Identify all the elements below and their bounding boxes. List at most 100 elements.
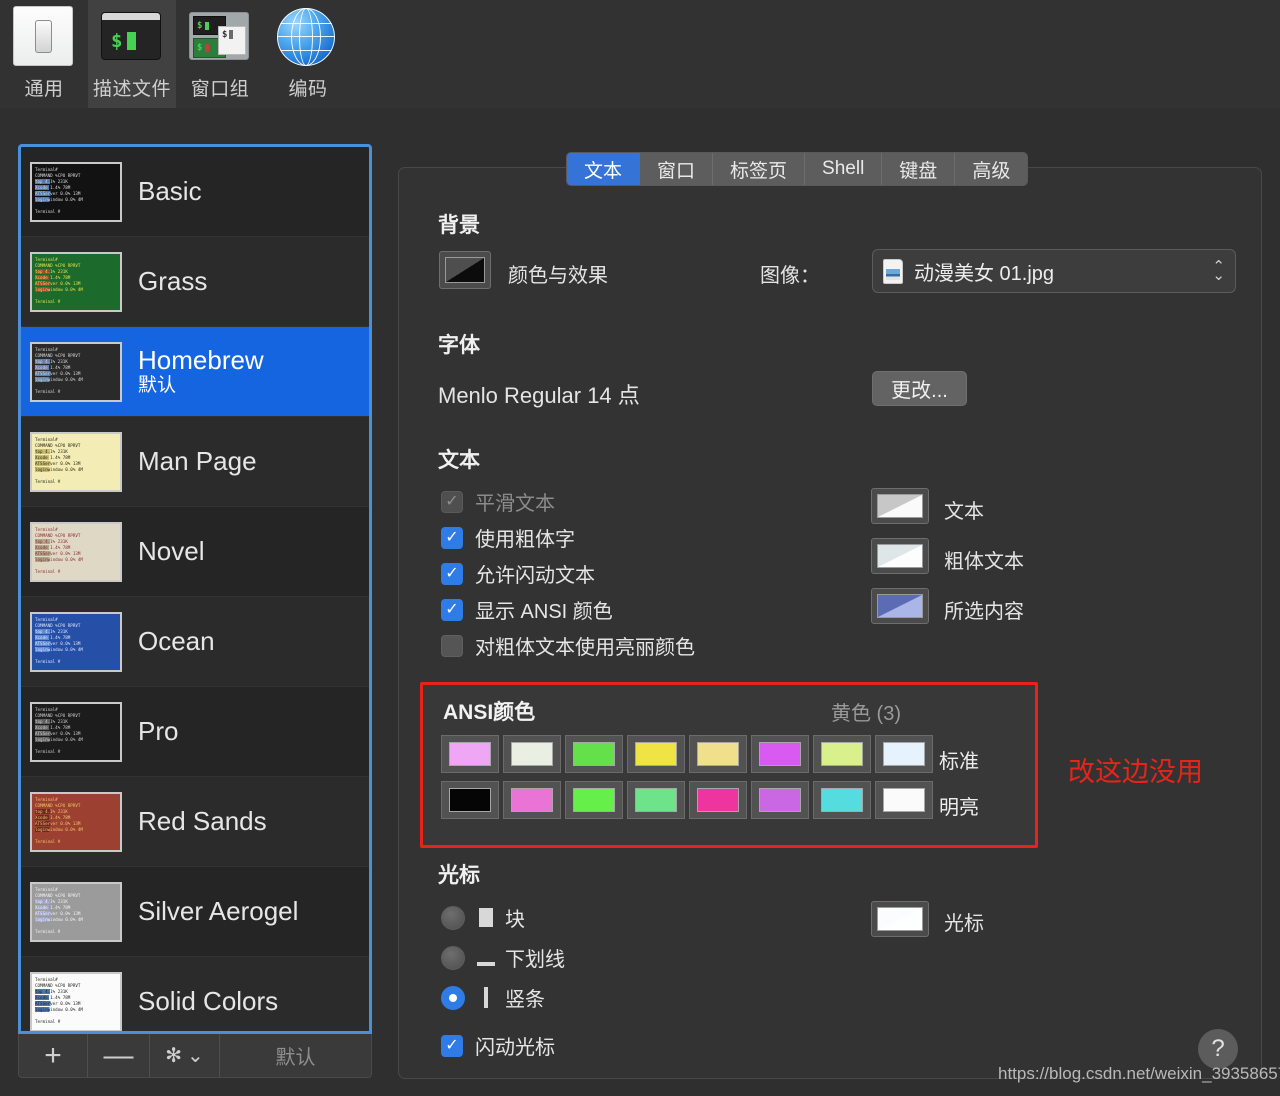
bold-text-color-swatch-label: 粗体文本 (944, 551, 1024, 573)
watermark-text: https://blog.csdn.net/weixin_39358657 (998, 1064, 1280, 1083)
profile-list[interactable]: Terminal# COMMAND %CPU RPRVT top 4.1% 231K… (18, 144, 372, 1034)
ansi-normal-swatch-4[interactable] (689, 735, 747, 773)
ansi-normal-swatch-7[interactable] (875, 735, 933, 773)
image-file-icon (883, 258, 903, 284)
bold-text-color-swatch[interactable] (871, 538, 929, 574)
toolbar-item-general[interactable]: 通用 (0, 0, 88, 108)
toolbar-item-profiles[interactable]: $ 描述文件 (88, 0, 176, 108)
profile-row[interactable]: Terminal# COMMAND %CPU RPRVT top 4.1% 231K… (21, 687, 369, 777)
toolbar-item-window-groups-label: 窗口组 (190, 79, 250, 100)
add-profile-button[interactable]: + (19, 1034, 88, 1077)
font-value-label: Menlo Regular 14 点 (438, 383, 640, 408)
selection-color-swatch[interactable] (871, 588, 929, 624)
profile-name: Basic (138, 175, 202, 206)
profile-name: Homebrew (138, 344, 264, 375)
checkbox[interactable]: ✓ (441, 562, 463, 585)
radio-button[interactable] (441, 985, 465, 1010)
text-option-row-1[interactable]: ✓ 使用粗体字 (441, 523, 575, 552)
profile-thumbnail: Terminal# COMMAND %CPU RPRVT top 4.1% 231K… (30, 971, 122, 1031)
text-color-swatch[interactable] (871, 488, 929, 524)
settings-tab-bar: 文本 窗口 标签页 Shell 键盘 高级 (566, 152, 1029, 186)
ansi-bright-swatch-5[interactable] (751, 781, 809, 819)
checkbox[interactable]: ✓ (441, 526, 463, 549)
toolbar-item-window-groups[interactable]: $ $ $ 窗口组 (176, 0, 264, 108)
toolbar-item-profiles-label: 描述文件 (92, 79, 171, 100)
profile-thumbnail: Terminal# COMMAND %CPU RPRVT top 4.1% 231K… (30, 611, 122, 672)
radio-button[interactable] (441, 905, 465, 930)
cursor-color-swatch[interactable] (871, 901, 929, 937)
tab-5[interactable]: 高级 (955, 153, 1028, 185)
help-button[interactable]: ? (1198, 1029, 1238, 1069)
profile-row[interactable]: Terminal# COMMAND %CPU RPRVT top 4.1% 231K… (21, 237, 369, 327)
profile-thumbnail: Terminal# COMMAND %CPU RPRVT top 4.1% 231K… (30, 431, 122, 492)
profile-actions-menu-button[interactable]: ✻ ⌄ (150, 1034, 220, 1077)
change-font-button[interactable]: 更改... (872, 371, 967, 406)
stepper-icon: ⌃ ⌄ (1212, 259, 1225, 283)
ansi-normal-swatch-3[interactable] (627, 735, 685, 773)
cursor-swatch-label: 光标 (944, 913, 984, 935)
background-image-value: 动漫美女 01.jpg (914, 262, 1055, 285)
profile-row[interactable]: Terminal# COMMAND %CPU RPRVT top 4.1% 231K… (21, 957, 369, 1031)
ansi-normal-row (441, 735, 933, 773)
toggle-switch-icon (13, 6, 75, 68)
ansi-bright-swatch-1[interactable] (503, 781, 561, 819)
blink-cursor-checkbox[interactable]: ✓ (441, 1034, 463, 1057)
profile-row[interactable]: Terminal# COMMAND %CPU RPRVT top 4.1% 231K… (21, 777, 369, 867)
radio-label: 竖条 (505, 989, 545, 1011)
profile-row[interactable]: Terminal# COMMAND %CPU RPRVT top 4.1% 231K… (21, 327, 369, 417)
ansi-normal-swatch-2[interactable] (565, 735, 623, 773)
text-section-heading: 文本 (438, 449, 480, 472)
ansi-bright-swatch-4[interactable] (689, 781, 747, 819)
ansi-bright-swatch-0[interactable] (441, 781, 499, 819)
text-option-row-4[interactable]: 对粗体文本使用亮丽颜色 (441, 631, 695, 660)
selection-color-swatch-label: 所选内容 (944, 601, 1024, 623)
profile-row[interactable]: Terminal# COMMAND %CPU RPRVT top 4.1% 231K… (21, 147, 369, 237)
profile-list-toolbar: + — ✻ ⌄ 默认 (18, 1034, 372, 1078)
profile-name: Man Page (138, 445, 257, 476)
text-option-row-2[interactable]: ✓ 允许闪动文本 (441, 559, 595, 588)
cursor-option-row-1[interactable]: 下划线 (441, 943, 565, 972)
text-option-row-0: ✓ 平滑文本 (441, 487, 555, 516)
tab-0[interactable]: 文本 (567, 153, 641, 185)
ansi-bright-swatch-6[interactable] (813, 781, 871, 819)
ansi-bright-swatch-7[interactable] (875, 781, 933, 819)
ansi-normal-swatch-6[interactable] (813, 735, 871, 773)
tab-4[interactable]: 键盘 (882, 153, 956, 185)
profile-row[interactable]: Terminal# COMMAND %CPU RPRVT top 4.1% 231K… (21, 867, 369, 957)
background-color-swatch[interactable] (439, 251, 491, 289)
profile-thumbnail: Terminal# COMMAND %CPU RPRVT top 4.1% 231K… (30, 161, 122, 222)
profile-row[interactable]: Terminal# COMMAND %CPU RPRVT top 4.1% 231K… (21, 507, 369, 597)
ansi-colors-group: ANSI颜色 黄色 (3) 标准 明亮 (420, 682, 1038, 848)
profile-name: Ocean (138, 625, 215, 656)
preferences-toolbar: 通用 $ 描述文件 $ $ $ 窗口组 编码 (0, 0, 1280, 108)
profile-row[interactable]: Terminal# COMMAND %CPU RPRVT top 4.1% 231K… (21, 417, 369, 507)
radio-label: 块 (505, 909, 525, 931)
blink-cursor-checkbox-row[interactable]: ✓ 闪动光标 (441, 1031, 555, 1060)
cursor-bar-icon (475, 987, 497, 1008)
text-color-swatch-label: 文本 (944, 501, 984, 523)
background-section-heading: 背景 (438, 214, 480, 237)
profile-thumbnail: Terminal# COMMAND %CPU RPRVT top 4.1% 231K… (30, 341, 122, 402)
ansi-bright-swatch-2[interactable] (565, 781, 623, 819)
checkbox[interactable]: ✓ (441, 598, 463, 621)
background-image-label: 图像： (760, 265, 820, 287)
ansi-normal-swatch-1[interactable] (503, 735, 561, 773)
ansi-bright-swatch-3[interactable] (627, 781, 685, 819)
profile-name: Grass (138, 265, 208, 296)
profile-row[interactable]: Terminal# COMMAND %CPU RPRVT top 4.1% 231K… (21, 597, 369, 687)
profile-thumbnail: Terminal# COMMAND %CPU RPRVT top 4.1% 231K… (30, 791, 122, 852)
tab-3[interactable]: Shell (805, 153, 883, 185)
cursor-option-row-2[interactable]: 竖条 (441, 983, 545, 1012)
tab-1[interactable]: 窗口 (640, 153, 714, 185)
radio-button[interactable] (441, 945, 465, 970)
ansi-normal-swatch-0[interactable] (441, 735, 499, 773)
background-image-select[interactable]: 动漫美女 01.jpg ⌃ ⌄ (872, 249, 1236, 293)
checkbox[interactable] (441, 634, 463, 657)
tab-2[interactable]: 标签页 (713, 153, 806, 185)
set-default-profile-button[interactable]: 默认 (220, 1034, 371, 1077)
cursor-option-row-0[interactable]: 块 (441, 903, 525, 932)
ansi-normal-swatch-5[interactable] (751, 735, 809, 773)
text-option-row-3[interactable]: ✓ 显示 ANSI 颜色 (441, 595, 613, 624)
remove-profile-button[interactable]: — (88, 1034, 150, 1077)
toolbar-item-encodings[interactable]: 编码 (264, 0, 352, 108)
